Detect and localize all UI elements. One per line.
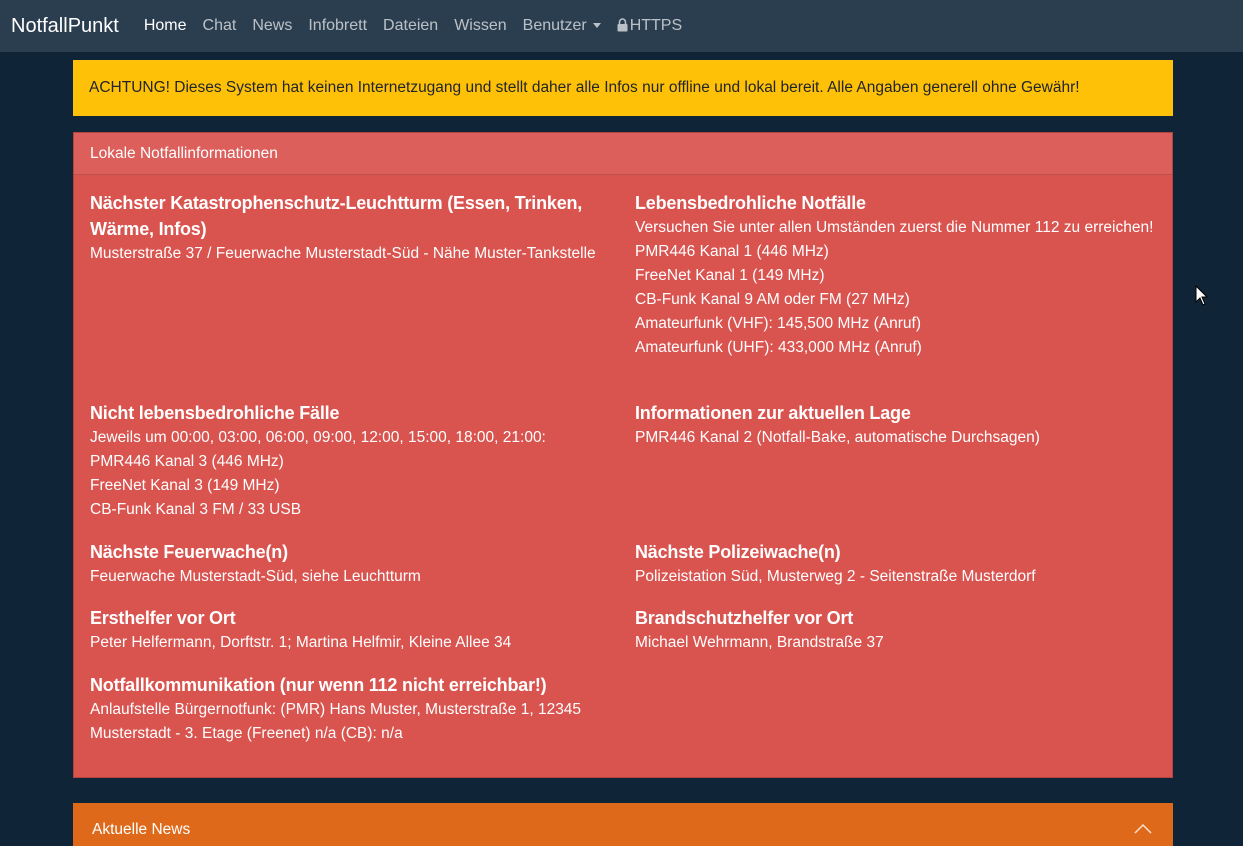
nav-item-chat[interactable]: Chat [195,0,245,52]
section-feuerwache: Nächste Feuerwache(n) Feuerwache Musters… [90,539,610,589]
section-line: Jeweils um 00:00, 03:00, 06:00, 09:00, 1… [90,429,546,446]
section-title: Nächster Katastrophenschutz-Leuchtturm (… [90,193,583,239]
brand-logo[interactable]: NotfallPunkt [11,15,119,38]
section-line: FreeNet Kanal 3 (149 MHz) [90,477,280,494]
mouse-cursor-icon [1195,285,1209,306]
section-title: Notfallkommunikation (nur wenn 112 nicht… [90,675,547,695]
section-line: Polizeistation Süd, Musterweg 2 - Seiten… [635,568,1036,585]
nav-item-home[interactable]: Home [136,0,195,52]
nav-menu: Home Chat News Infobrett Dateien Wissen … [136,0,690,52]
section-title: Informationen zur aktuellen Lage [635,403,911,423]
chevron-up-icon[interactable] [1133,821,1153,835]
nav-item-benutzer-dropdown[interactable]: Benutzer [515,0,609,52]
section-line: PMR446 Kanal 2 (Notfall-Bake, automatisc… [635,429,1040,446]
nav-item-https-label: HTTPS [629,17,683,34]
section-line: Michael Wehrmann, Brandstraße 37 [635,634,884,651]
card-header: Lokale Notfallinformationen [74,133,1172,175]
section-brandschutzhelfer: Brandschutzhelfer vor Ort Michael Wehrma… [635,605,1155,655]
section-line: Versuchen Sie unter allen Umständen zuer… [635,219,1154,236]
section-title: Ersthelfer vor Ort [90,608,236,628]
section-line: Anlaufstelle Bürgernotfunk: (PMR) Hans M… [90,701,582,742]
section-line: PMR446 Kanal 1 (446 MHz) [635,243,829,260]
caret-down-icon [592,22,601,28]
offline-warning-alert: ACHTUNG! Dieses System hat keinen Intern… [73,60,1173,116]
alert-text: ACHTUNG! Dieses System hat keinen Intern… [89,79,1080,96]
section-title: Nicht lebensbedrohliche Fälle [90,403,340,423]
lock-icon [617,18,628,32]
section-line: Amateurfunk (UHF): 433,000 MHz (Anruf) [635,339,922,356]
section-line: FreeNet Kanal 1 (149 MHz) [635,267,825,284]
nav-item-infobrett[interactable]: Infobrett [300,0,375,52]
section-line: Feuerwache Musterstadt-Süd, siehe Leucht… [90,568,421,585]
nav-item-https[interactable]: HTTPS [609,0,690,52]
section-title: Brandschutzhelfer vor Ort [635,608,854,628]
section-aktuelle-lage: Informationen zur aktuellen Lage PMR446 … [635,400,1155,450]
section-title: Lebensbedrohliche Notfälle [635,193,866,213]
section-line: CB-Funk Kanal 3 FM / 33 USB [90,501,302,518]
section-polizeiwache: Nächste Polizeiwache(n) Polizeistation S… [635,539,1155,589]
top-navbar: NotfallPunkt Home Chat News Infobrett Da… [0,0,1243,52]
section-title: Nächste Polizeiwache(n) [635,542,841,562]
news-card-title: Aktuelle News [92,821,191,838]
section-line: Peter Helfermann, Dorftstr. 1; Martina H… [90,634,512,651]
nav-item-benutzer-label: Benutzer [522,17,587,34]
nav-item-wissen[interactable]: Wissen [446,0,514,52]
section-line: CB-Funk Kanal 9 AM oder FM (27 MHz) [635,291,910,308]
nav-item-dateien[interactable]: Dateien [375,0,446,52]
section-title: Nächste Feuerwache(n) [90,542,288,562]
emergency-info-card: Lokale Notfallinformationen Nächster Kat… [73,132,1173,778]
section-line: Musterstraße 37 / Feuerwache Musterstadt… [90,245,596,262]
section-line: Amateurfunk (VHF): 145,500 MHz (Anruf) [635,315,921,332]
section-nicht-lebensbedrohlich: Nicht lebensbedrohliche Fälle Jeweils um… [90,400,610,522]
nav-item-news[interactable]: News [244,0,300,52]
section-notfallkommunikation: Notfallkommunikation (nur wenn 112 nicht… [90,672,610,746]
section-lebensbedrohlich: Lebensbedrohliche Notfälle Versuchen Sie… [635,190,1155,360]
section-leuchtturm: Nächster Katastrophenschutz-Leuchtturm (… [90,190,610,266]
section-line: PMR446 Kanal 3 (446 MHz) [90,453,284,470]
news-card: Aktuelle News [73,803,1173,846]
section-ersthelfer: Ersthelfer vor Ort Peter Helfermann, Dor… [90,605,610,655]
